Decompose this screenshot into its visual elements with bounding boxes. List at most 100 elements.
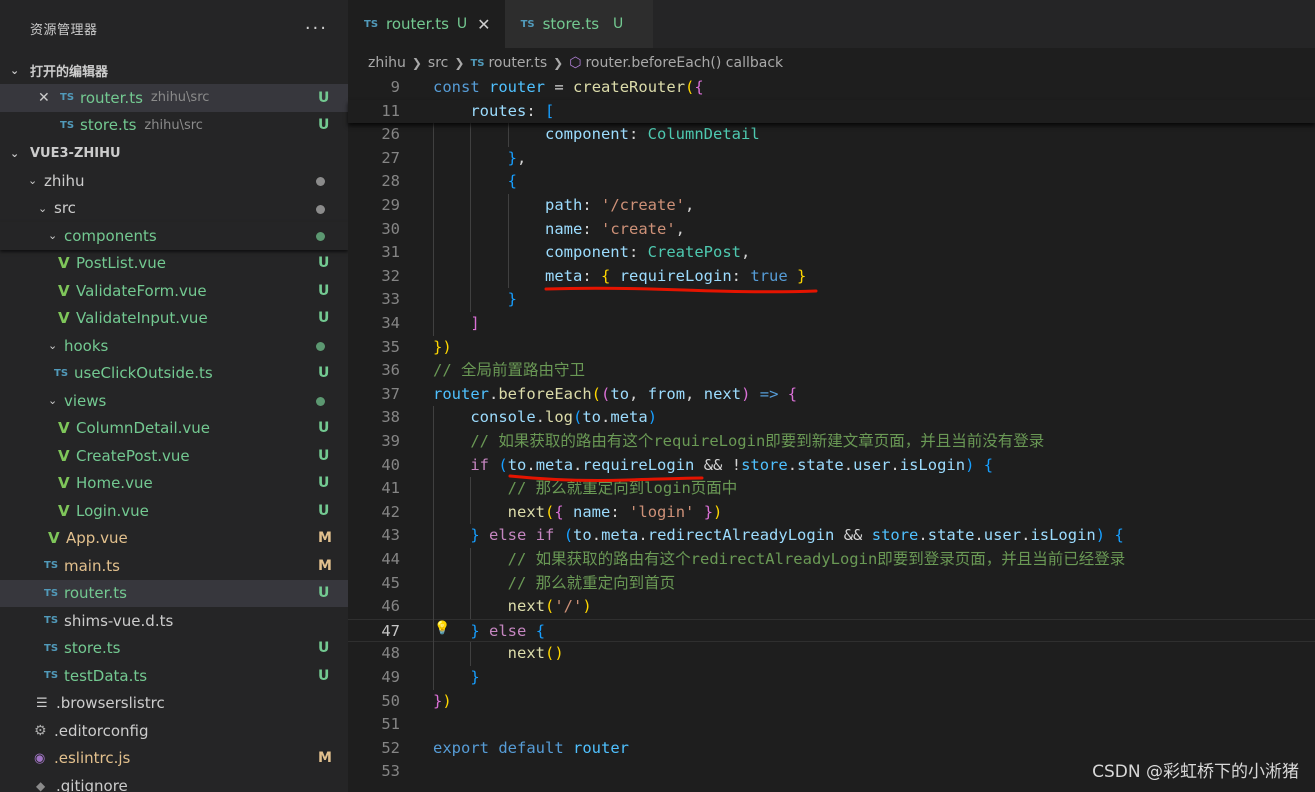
tree-file-login[interactable]: V Login.vue U xyxy=(0,497,348,525)
tree-file-browserslistrc[interactable]: ☰ .browserslistrc xyxy=(0,690,348,718)
line-number: 38 xyxy=(381,408,400,427)
typescript-file-icon: TS xyxy=(44,642,59,654)
tree-file-validateform[interactable]: V ValidateForm.vue U xyxy=(0,277,348,305)
code-text: component: ColumnDetail xyxy=(544,125,760,144)
git-status-badge: U xyxy=(318,89,330,106)
code-line[interactable]: 49 } xyxy=(348,666,1315,690)
git-status-badge: U xyxy=(318,447,330,464)
line-number: 53 xyxy=(381,762,400,781)
git-status-badge: U xyxy=(456,16,468,32)
code-line[interactable]: 40 if (to.meta.requireLogin && !store.st… xyxy=(348,454,1315,478)
code-text: const router = createRouter({ xyxy=(433,78,704,96)
vue-file-icon: V xyxy=(58,501,70,520)
code-line[interactable]: 31 component: CreatePost, xyxy=(348,241,1315,265)
code-line[interactable]: 37 router.beforeEach((to, from, next) => … xyxy=(348,383,1315,407)
code-line[interactable]: 27 }, xyxy=(348,147,1315,171)
code-line[interactable]: 51 xyxy=(348,713,1315,737)
tree-file-gitignore[interactable]: ◆ .gitignore xyxy=(0,772,348,792)
code-line[interactable]: 42 next({ name: 'login' }) xyxy=(348,501,1315,525)
tree-file-shims[interactable]: TS shims-vue.d.ts xyxy=(0,607,348,635)
line-number: 46 xyxy=(381,597,400,616)
code-line[interactable]: 45 // 那么就重定向到首页 xyxy=(348,572,1315,596)
code-text: export default router xyxy=(433,738,630,757)
tree-file-main[interactable]: TS main.ts M xyxy=(0,552,348,580)
tree-folder-zhihu[interactable]: ⌄ zhihu xyxy=(0,167,348,195)
tree-file-columndetail[interactable]: V ColumnDetail.vue U xyxy=(0,415,348,443)
tree-file-home[interactable]: V Home.vue U xyxy=(0,470,348,498)
breadcrumb-item[interactable]: router.beforeEach() callback xyxy=(585,55,783,71)
git-status-badge: U xyxy=(318,255,330,272)
code-line[interactable]: 26 component: ColumnDetail xyxy=(348,123,1315,147)
open-editor-item-router[interactable]: ✕ TS router.ts zhihu\src U xyxy=(0,84,348,112)
tree-folder-hooks[interactable]: ⌄ hooks xyxy=(0,332,348,360)
code-line[interactable]: 44 // 如果获取的路由有这个redirectAlreadyLogin即要到登… xyxy=(348,548,1315,572)
tree-item-label: testData.ts xyxy=(64,666,148,685)
close-icon[interactable]: ✕ xyxy=(477,15,490,34)
annotation-underline xyxy=(508,474,704,482)
tab-store[interactable]: TS store.ts U xyxy=(504,0,654,48)
tree-item-label: Home.vue xyxy=(76,474,153,493)
code-line[interactable]: 35}) xyxy=(348,336,1315,360)
tree-file-postlist[interactable]: V PostList.vue U xyxy=(0,250,348,278)
code-line[interactable]: 30 name: 'create', xyxy=(348,218,1315,242)
code-line[interactable]: 41 // 那么就重定向到login页面中 xyxy=(348,477,1315,501)
tab-label: router.ts xyxy=(386,15,449,33)
code-line[interactable]: 28 { xyxy=(348,170,1315,194)
code-line[interactable]: 47 } else { xyxy=(348,618,1315,643)
open-editor-name: store.ts xyxy=(80,116,137,135)
breadcrumb-item[interactable]: src xyxy=(428,55,448,71)
tree-file-eslintrc[interactable]: ◉ .eslintrc.js M xyxy=(0,745,348,773)
project-section-header[interactable]: ⌄ VUE3-ZHIHU xyxy=(0,139,348,167)
code-text: next({ name: 'login' }) xyxy=(507,502,723,521)
typescript-file-icon: TS xyxy=(54,367,69,379)
editor-area: TS router.ts U ✕ TS store.ts U zhihu ❯ s… xyxy=(348,0,1315,792)
code-line[interactable]: 38 console.log(to.meta) xyxy=(348,406,1315,430)
open-editor-path: zhihu\src xyxy=(150,90,210,106)
git-status-badge: U xyxy=(318,475,330,492)
breadcrumb-item[interactable]: zhihu xyxy=(368,55,406,71)
project-heading: VUE3-ZHIHU xyxy=(30,145,121,161)
code-line[interactable]: 29 path: '/create', xyxy=(348,194,1315,218)
tree-file-validateinput[interactable]: V ValidateInput.vue U xyxy=(0,305,348,333)
code-line[interactable]: 34 ] xyxy=(348,312,1315,336)
breadcrumb-item[interactable]: router.ts xyxy=(488,55,547,71)
open-editors-section-header[interactable]: ⌄ 打开的编辑器 xyxy=(0,56,348,84)
code-line[interactable]: 48 next() xyxy=(348,642,1315,666)
tab-router[interactable]: TS router.ts U ✕ xyxy=(348,0,505,48)
tree-file-editorconfig[interactable]: ⚙ .editorconfig xyxy=(0,717,348,745)
code-line[interactable]: 43 } else if (to.meta.redirectAlreadyLog… xyxy=(348,524,1315,548)
indent-guide xyxy=(470,123,472,312)
tree-file-testdata[interactable]: TS testData.ts U xyxy=(0,662,348,690)
tree-item-label: src xyxy=(54,199,76,218)
git-status-badge: U xyxy=(318,117,330,134)
code-text: // 如果获取的路由有这个redirectAlreadyLogin即要到登录页面… xyxy=(507,550,1126,568)
more-actions-icon[interactable]: ··· xyxy=(305,18,328,39)
tree-file-app[interactable]: V App.vue M xyxy=(0,525,348,553)
code-line[interactable]: 36 // 全局前置路由守卫 xyxy=(348,359,1315,383)
code-line[interactable]: 46 next('/') xyxy=(348,595,1315,619)
line-number: 41 xyxy=(381,479,400,498)
tree-file-router[interactable]: TS router.ts U xyxy=(0,579,348,607)
code-line[interactable]: 50}) xyxy=(348,690,1315,714)
tree-folder-src[interactable]: ⌄ src xyxy=(0,195,348,223)
indent-guide xyxy=(470,642,472,666)
code-line[interactable]: 9 const router = createRouter({ xyxy=(348,76,1315,100)
open-editor-item-store[interactable]: TS store.ts zhihu\src U xyxy=(0,112,348,140)
git-status-badge: U xyxy=(318,420,330,437)
code-line[interactable]: 11 routes: [ xyxy=(348,99,1315,124)
line-number: 42 xyxy=(381,502,400,521)
typescript-file-icon: TS xyxy=(60,119,75,131)
close-icon[interactable]: ✕ xyxy=(38,90,60,106)
tree-folder-views[interactable]: ⌄ views xyxy=(0,387,348,415)
code-line[interactable]: 39 // 如果获取的路由有这个requireLogin即要到新建文章页面，并且… xyxy=(348,430,1315,454)
method-icon: ⬡ xyxy=(569,55,582,71)
tree-item-label: components xyxy=(64,226,157,245)
tree-file-useclickoutside[interactable]: TS useClickOutside.ts U xyxy=(0,360,348,388)
line-number: 40 xyxy=(381,455,400,474)
tree-file-createpost[interactable]: V CreatePost.vue U xyxy=(0,442,348,470)
code-text: }) xyxy=(433,337,452,356)
tree-file-store[interactable]: TS store.ts U xyxy=(0,635,348,663)
lightbulb-icon[interactable]: 💡 xyxy=(434,621,450,639)
tree-item-label: store.ts xyxy=(64,639,121,658)
tree-folder-components[interactable]: ⌄ components xyxy=(0,222,348,250)
